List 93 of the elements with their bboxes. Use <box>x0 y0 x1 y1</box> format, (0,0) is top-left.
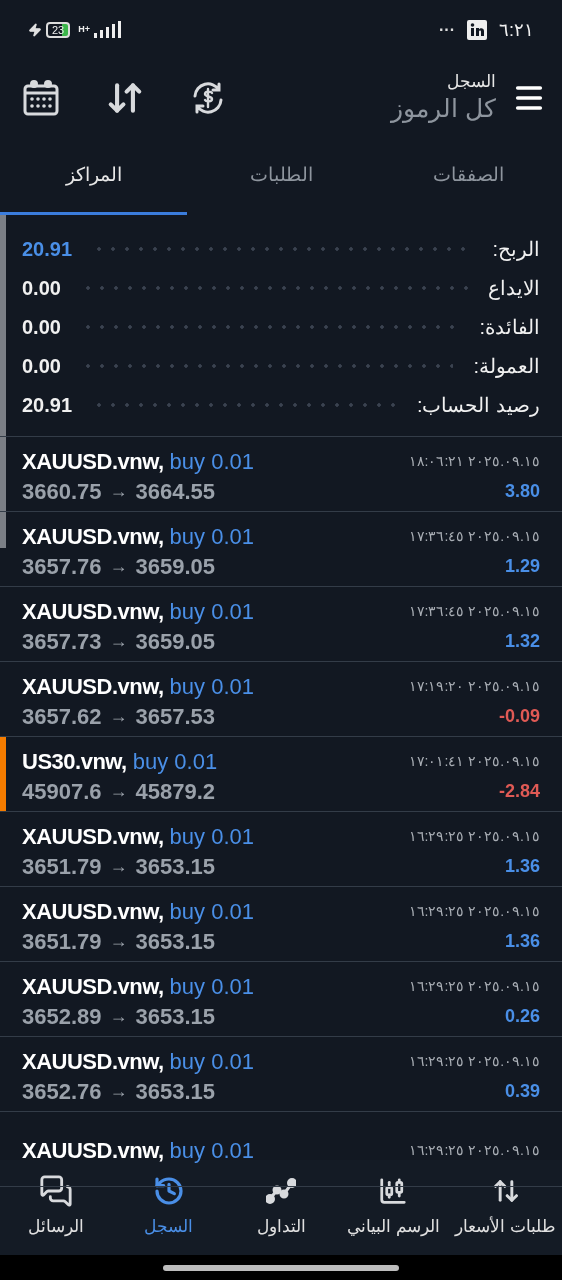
close-price: 3659.05 <box>135 552 216 581</box>
summary-value: 20.91 <box>22 236 73 262</box>
trade-symbol: US30.vnw, <box>22 747 127 776</box>
trade-side: buy 0.01 <box>169 522 254 551</box>
trade-time: ٢٠٢٥.٠٩.١٥ ١٦:٢٩:٢٥ <box>408 826 540 846</box>
trade-symbol: XAUUSD.vnw, <box>22 672 164 701</box>
arrow-glyph: → <box>109 629 128 653</box>
close-price: 3653.15 <box>135 852 216 881</box>
arrow-glyph: → <box>109 1079 128 1103</box>
open-price: 3652.89 <box>22 1002 102 1031</box>
trade-time: ٢٠٢٥.٠٩.١٥ ١٧:١٩:٢٠ <box>408 676 540 696</box>
trade-side: buy 0.01 <box>169 1047 254 1076</box>
summary-value: 0.00 <box>22 353 61 379</box>
close-price: 3653.15 <box>135 927 216 956</box>
trade-symbol: XAUUSD.vnw, <box>22 1047 164 1076</box>
trade-time: ٢٠٢٥.٠٩.١٥ ١٦:٢٩:٢٥ <box>408 901 540 921</box>
close-price: 3653.15 <box>135 1077 216 1106</box>
close-price: 3664.55 <box>135 477 216 506</box>
close-price: 3659.05 <box>135 627 216 656</box>
calendar-icon[interactable] <box>22 78 60 117</box>
network-type: H+ <box>78 23 90 37</box>
trade-symbol: XAUUSD.vnw, <box>22 1136 164 1165</box>
arrow-glyph: → <box>109 779 128 803</box>
chat-bubbles-icon <box>39 1174 74 1208</box>
open-price: 3657.62 <box>22 702 102 731</box>
more-notifications: ··· <box>439 20 455 40</box>
summary-label: الايداع <box>488 275 540 302</box>
summary-label: الربح: <box>492 236 540 263</box>
trade-time: ٢٠٢٥.٠٩.١٥ ١٦:٢٩:٢٥ <box>408 976 540 996</box>
trade-symbol: XAUUSD.vnw, <box>22 522 164 551</box>
trade-time: ٢٠٢٥.٠٩.١٥ ١٦:٢٩:٢٥ <box>408 1051 540 1071</box>
trade-time: ٢٠٢٥.٠٩.١٥ ١٨:٠٦:٢١ <box>408 451 540 471</box>
trade-symbol: XAUUSD.vnw, <box>22 897 164 926</box>
trade-profit: 3.80 <box>504 479 540 503</box>
trade-side: buy 0.01 <box>169 672 254 701</box>
trade-side: buy 0.01 <box>169 822 254 851</box>
trade-side: buy 0.01 <box>169 1136 254 1165</box>
arrow-glyph: → <box>109 704 128 728</box>
signal-icon <box>94 21 122 39</box>
trade-symbol: XAUUSD.vnw, <box>22 447 164 476</box>
candlestick-icon <box>378 1176 409 1206</box>
history-icon <box>152 1175 185 1207</box>
trade-side: buy 0.01 <box>169 597 254 626</box>
summary-label: رصيد الحساب: <box>416 392 540 419</box>
open-price: 3657.73 <box>22 627 102 656</box>
symbol-filter[interactable]: كل الرموز <box>391 92 496 124</box>
charging-icon <box>28 23 42 37</box>
close-price: 45879.2 <box>135 777 216 806</box>
open-price: 3652.76 <box>22 1077 102 1106</box>
trade-profit: 1.36 <box>504 929 540 953</box>
trade-side: buy 0.01 <box>169 897 254 926</box>
arrow-glyph: → <box>109 554 128 578</box>
trade-profit: 1.32 <box>504 629 540 653</box>
trade-side: buy 0.01 <box>132 747 218 776</box>
trade-profit: 0.26 <box>504 1004 540 1028</box>
summary-value: 20.91 <box>22 392 73 418</box>
tab[interactable]: المراكز <box>0 135 188 215</box>
linkedin-icon <box>467 20 487 40</box>
trade-time: ٢٠٢٥.٠٩.١٥ ١٧:٠١:٤١ <box>408 751 540 771</box>
summary-value: 0.00 <box>22 314 61 340</box>
trade-symbol: XAUUSD.vnw, <box>22 822 164 851</box>
trade-time: ٢٠٢٥.٠٩.١٥ ١٧:٣٦:٤٥ <box>408 601 540 621</box>
trade-profit: 1.36 <box>504 854 540 878</box>
trade-time: ٢٠٢٥.٠٩.١٥ ١٧:٣٦:٤٥ <box>408 526 540 546</box>
tab[interactable]: الصفقات <box>374 135 562 215</box>
arrow-glyph: → <box>109 479 128 503</box>
screen-title: السجل <box>447 71 496 93</box>
trade-profit: 1.29 <box>504 554 540 578</box>
close-price: 3653.15 <box>135 1002 216 1031</box>
open-price: 3651.79 <box>22 927 102 956</box>
summary-label: العمولة: <box>473 353 540 380</box>
trend-line-icon <box>266 1178 296 1204</box>
trade-time: ٢٠٢٥.٠٩.١٥ ١٦:٢٩:٢٥ <box>408 1140 540 1160</box>
close-price: 3657.53 <box>135 702 216 731</box>
arrows-up-down-icon <box>491 1177 520 1205</box>
trade-side: buy 0.01 <box>169 972 254 1001</box>
tab[interactable]: الطلبات <box>187 135 375 215</box>
trade-profit: -2.84 <box>498 779 540 803</box>
clock: ٦:٢١ <box>499 18 534 42</box>
arrow-glyph: → <box>109 1004 128 1028</box>
trade-profit: 0.39 <box>504 1079 540 1103</box>
trade-side: buy 0.01 <box>169 447 254 476</box>
trade-profit: -0.09 <box>498 704 540 728</box>
summary-label: الفائدة: <box>479 314 540 340</box>
arrow-glyph: → <box>109 929 128 953</box>
trade-symbol: XAUUSD.vnw, <box>22 597 164 626</box>
trade-symbol: XAUUSD.vnw, <box>22 972 164 1001</box>
open-price: 3651.79 <box>22 852 102 881</box>
arrow-glyph: → <box>109 854 128 878</box>
open-price: 45907.6 <box>22 777 102 806</box>
summary-value: 0.00 <box>22 275 61 301</box>
open-price: 3657.76 <box>22 552 102 581</box>
open-price: 3660.75 <box>22 477 102 506</box>
